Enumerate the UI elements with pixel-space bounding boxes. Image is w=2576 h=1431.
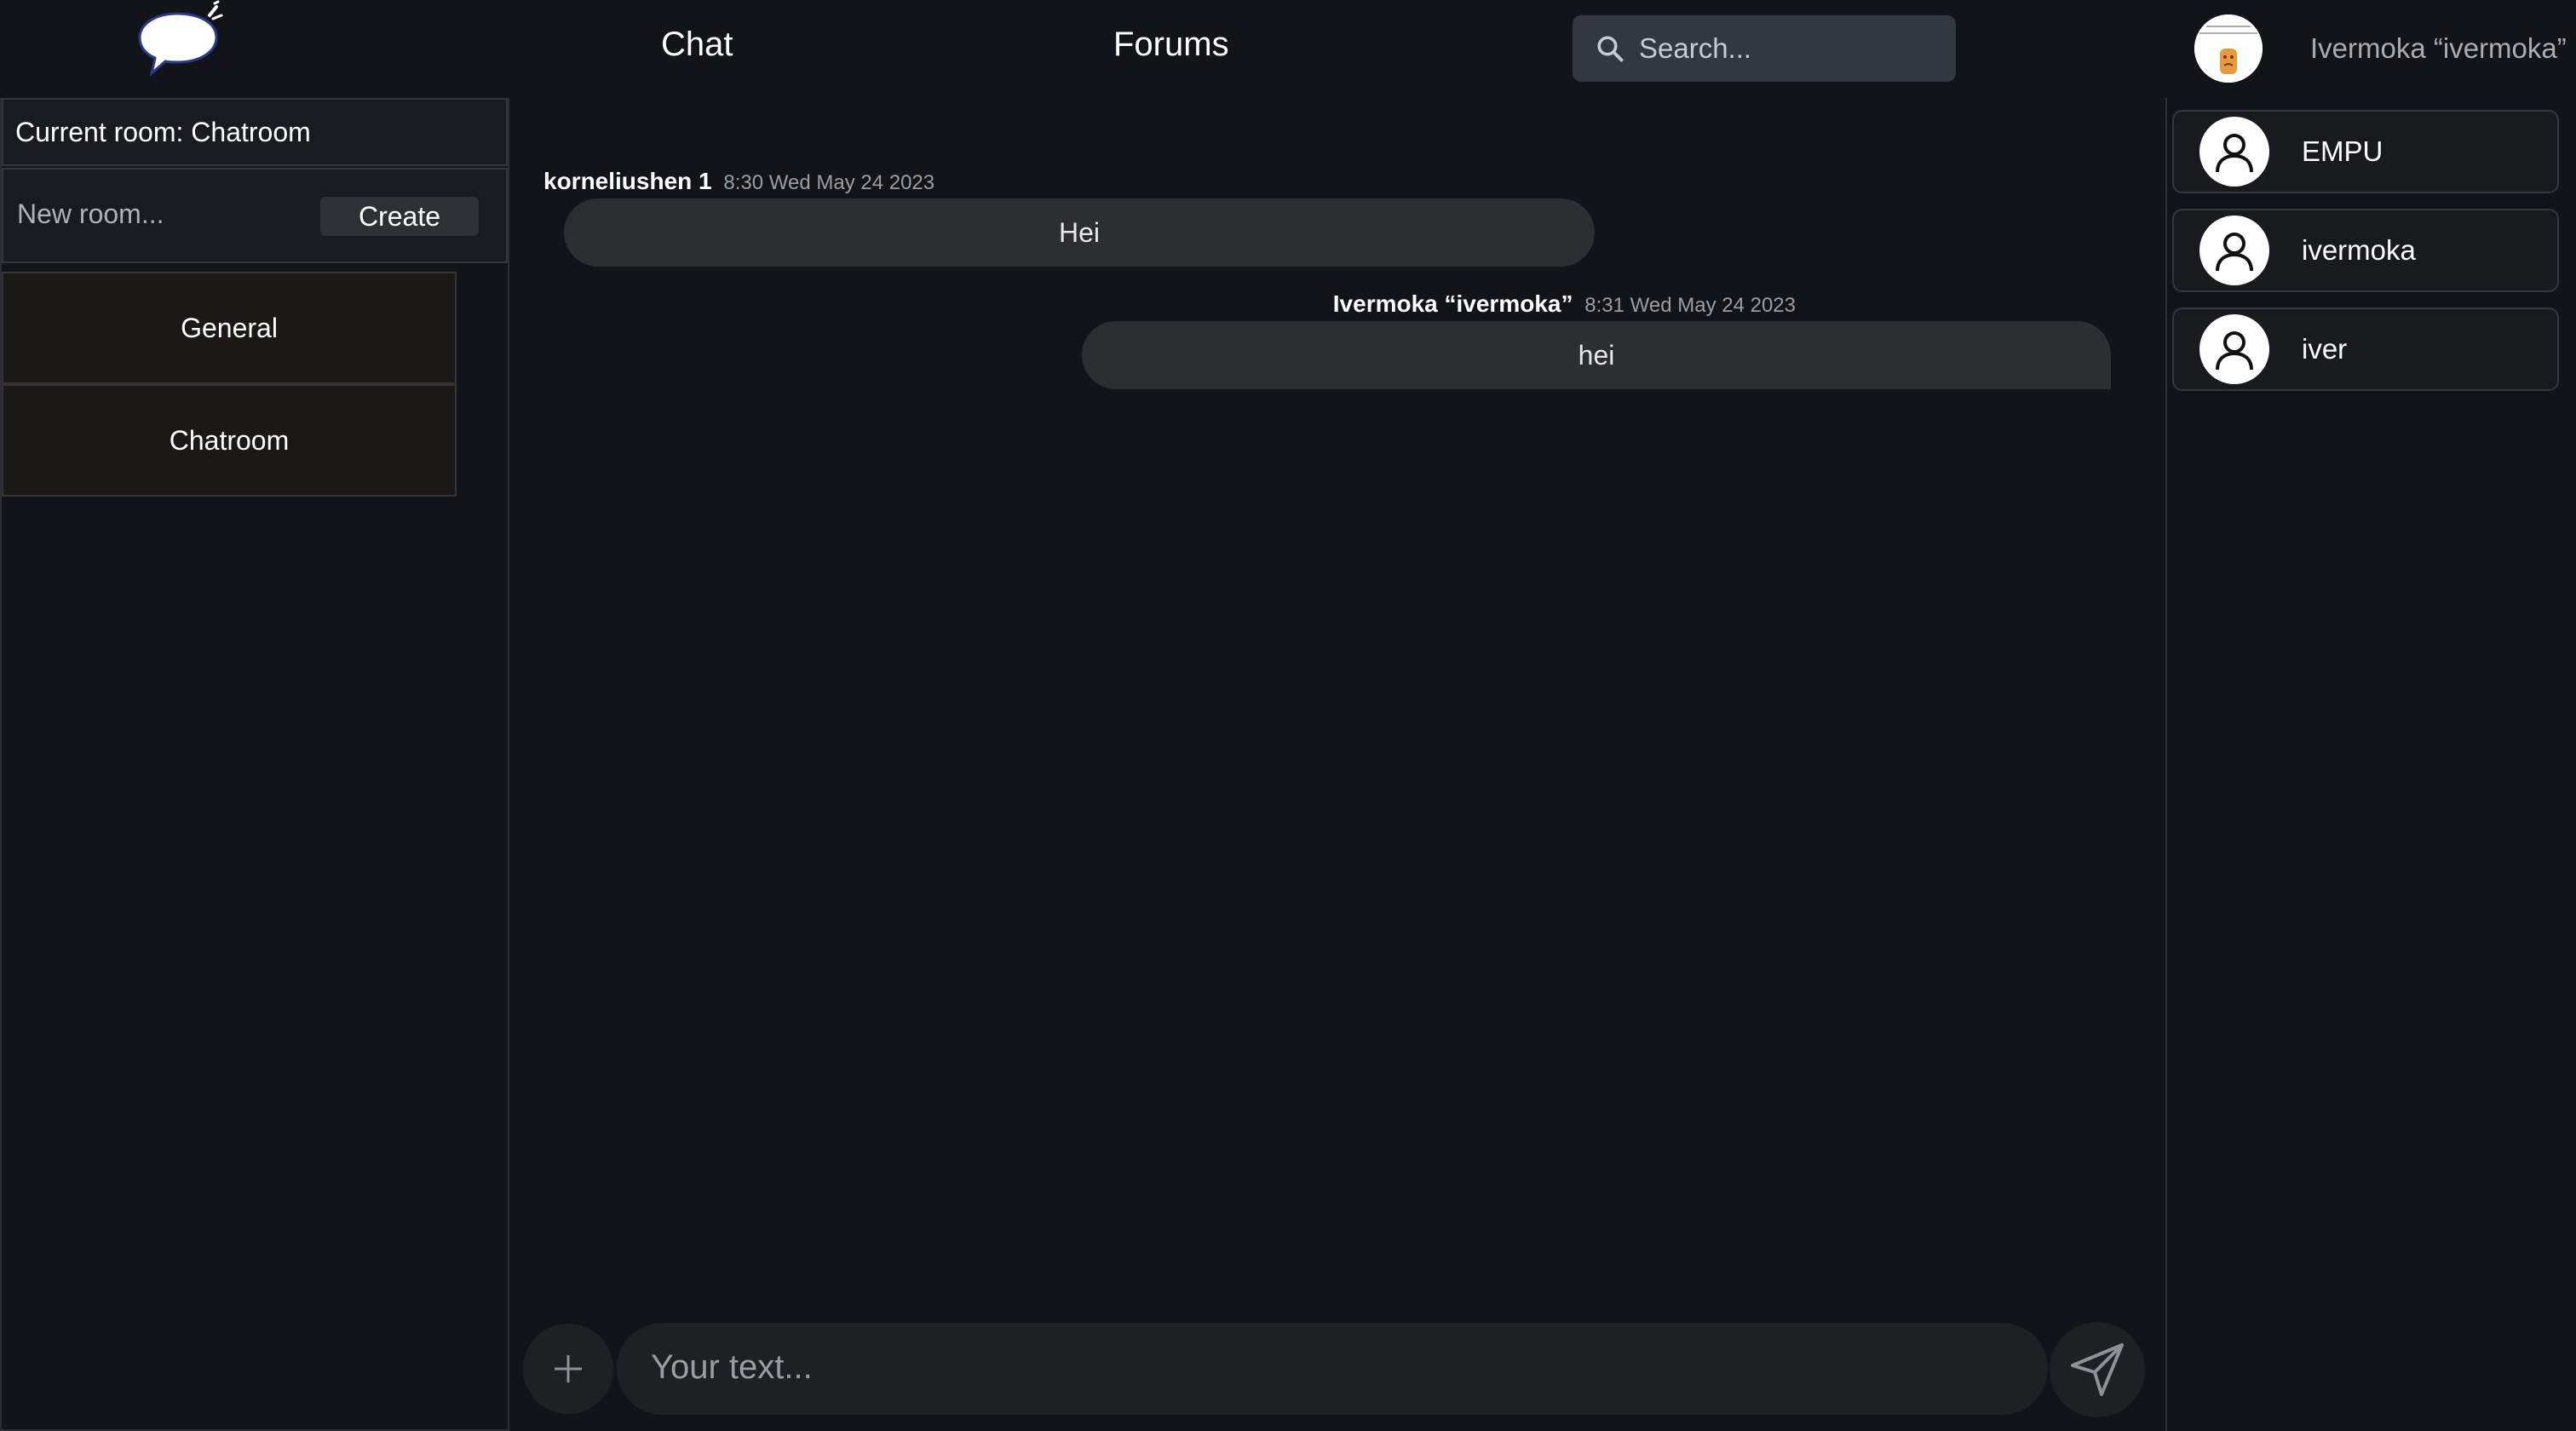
message-bubble-own: hei <box>1082 321 2111 389</box>
message-bubble: Hei <box>564 198 1595 267</box>
message-timestamp: 8:31 Wed May 24 2023 <box>1584 294 1796 317</box>
message-author: korneliushen 1 <box>543 168 712 194</box>
message-input-wrapper <box>617 1323 2048 1415</box>
user-name: iver <box>2302 333 2348 365</box>
message-input[interactable] <box>651 1348 2014 1387</box>
send-button[interactable] <box>2050 1322 2145 1417</box>
user-icon <box>2216 331 2253 371</box>
room-list: General Chatroom <box>2 272 457 497</box>
add-attachment-button[interactable] <box>523 1324 613 1414</box>
app-window: Chat Forums Ivermoka “ivermoka” Current <box>0 0 2576 1431</box>
plus-icon <box>555 1355 582 1382</box>
user-name: ivermoka <box>2302 234 2416 266</box>
search-box[interactable] <box>1573 15 1956 82</box>
message-header: korneliushen 1 8:30 Wed May 24 2023 <box>543 168 934 195</box>
user-avatar <box>2199 117 2269 187</box>
send-icon <box>2071 1343 2124 1396</box>
user-name: EMPU <box>2302 135 2383 167</box>
users-sidebar: EMPU ivermoka iver <box>2165 98 2576 1431</box>
top-bar: Chat Forums Ivermoka “ivermoka” <box>0 0 2576 98</box>
search-icon <box>1597 36 1624 62</box>
user-item-iver[interactable]: iver <box>2172 307 2559 391</box>
nav-forums-link[interactable]: Forums <box>1113 26 1229 64</box>
room-item-chatroom[interactable]: Chatroom <box>2 384 457 497</box>
user-icon <box>2216 233 2253 272</box>
user-item-ivermoka[interactable]: ivermoka <box>2172 209 2559 292</box>
chat-panel: korneliushen 1 8:30 Wed May 24 2023 Hei … <box>511 98 2165 1431</box>
message-timestamp: 8:30 Wed May 24 2023 <box>723 171 935 194</box>
user-avatar <box>2199 314 2269 384</box>
nav-chat-link[interactable]: Chat <box>661 26 733 64</box>
new-room-form: Create <box>2 168 508 263</box>
new-room-input[interactable] <box>17 198 298 230</box>
chat-bubble-logo-icon[interactable] <box>128 0 239 98</box>
current-room-label: Current room: Chatroom <box>2 98 508 166</box>
user-item-empu[interactable]: EMPU <box>2172 110 2559 193</box>
room-item-general[interactable]: General <box>2 272 457 384</box>
search-input[interactable] <box>1639 32 1946 65</box>
create-room-button[interactable]: Create <box>320 197 479 236</box>
message-author: Ivermoka “ivermoka” <box>1332 290 1573 317</box>
profile-avatar[interactable] <box>2194 14 2263 83</box>
message-header: Ivermoka “ivermoka” 8:31 Wed May 24 2023 <box>1333 290 1796 318</box>
user-icon <box>2216 134 2253 173</box>
rooms-sidebar: Current room: Chatroom Create General Ch… <box>0 98 509 1431</box>
user-avatar <box>2199 216 2269 285</box>
profile-name[interactable]: Ivermoka “ivermoka” <box>2310 32 2567 65</box>
